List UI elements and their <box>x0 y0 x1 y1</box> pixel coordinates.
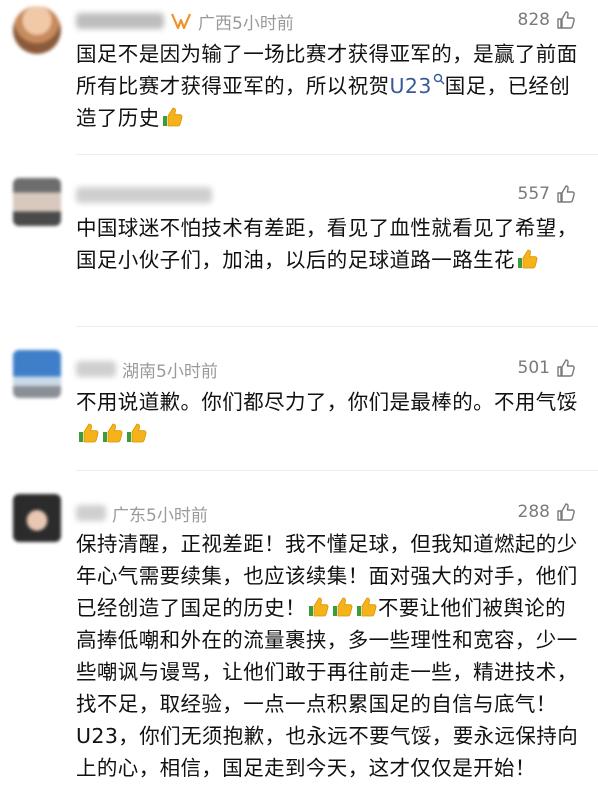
location: 广西 <box>198 13 232 34</box>
thumbs-up-emoji-icon <box>127 423 147 443</box>
timestamp: 5小时前 <box>232 13 294 34</box>
location: 广东 <box>112 505 146 526</box>
thumbs-up-outline-icon <box>557 185 575 203</box>
comment-text: 国足不是因为输了一场比赛才获得亚军的，是赢了前面所有比赛才获得亚军的，所以祝贺U… <box>76 38 584 134</box>
avatar[interactable] <box>13 350 61 398</box>
username-blurred[interactable] <box>76 361 116 377</box>
comment-text: 保持清醒，正视差距！我不懂足球，但我知道燃起的少年心气需要续集，也应该续集！面对… <box>76 528 584 784</box>
like-count: 828 <box>517 10 550 30</box>
topic-link[interactable]: U23 <box>390 74 432 98</box>
location: 湖南 <box>122 361 156 382</box>
timestamp: 5小时前 <box>146 505 208 526</box>
comment-3: 湖南 5小时前 501 不用说道歉。你们都尽力了，你们是最棒的。不用气馁 <box>0 330 598 471</box>
comment-text-part: 不要让他们被舆论的高捧低嘲和外在的流量裹挟，多一些理性和宽容，少一些嘲讽与谩骂，… <box>76 596 579 780</box>
thumbs-up-outline-icon <box>557 503 575 521</box>
thumbs-up-emoji-icon <box>162 107 183 127</box>
username-blurred[interactable] <box>76 13 164 29</box>
search-icon <box>433 73 445 85</box>
avatar[interactable] <box>13 6 61 54</box>
comment-header: 广西 5小时前 <box>76 8 294 34</box>
comment-text: 不用说道歉。你们都尽力了，你们是最棒的。不用气馁 <box>76 386 584 450</box>
thumbs-up-emoji-icon <box>332 597 353 617</box>
like-count: 501 <box>517 358 550 378</box>
avatar[interactable] <box>13 494 61 542</box>
thumbs-up-emoji-icon <box>308 597 329 617</box>
thumbs-up-outline-icon <box>557 11 575 29</box>
avatar[interactable] <box>13 178 61 226</box>
like-button[interactable]: 828 <box>518 10 576 30</box>
comment-header: 湖南 5小时前 <box>76 356 218 382</box>
thumbs-up-emoji-icon <box>103 423 123 443</box>
like-count: 557 <box>517 184 550 204</box>
username-blurred[interactable] <box>76 187 212 203</box>
like-button[interactable]: 288 <box>518 502 576 522</box>
divider <box>76 326 598 327</box>
comment-1: 广西 5小时前 828 国足不是因为输了一场比赛才获得亚军的，是赢了前面所有比赛… <box>0 0 598 160</box>
comment-2: 557 中国球迷不怕技术有差距，看见了血性就看见了希望，国足小伙子们，加油，以后… <box>0 160 598 328</box>
comment-text-part: 不用说道歉。你们都尽力了，你们是最棒的。不用气馁 <box>76 390 578 414</box>
comment-text: 中国球迷不怕技术有差距，看见了血性就看见了希望，国足小伙子们，加油，以后的足球道… <box>76 212 584 276</box>
comment-4: 广东 5小时前 288 保持清醒，正视差距！我不懂足球，但我知道燃起的少年心气需… <box>0 476 598 798</box>
username-blurred[interactable] <box>76 505 106 521</box>
like-button[interactable]: 501 <box>518 358 576 378</box>
comment-header <box>76 182 218 208</box>
orange-badge-icon <box>170 13 192 30</box>
thumbs-up-emoji-icon <box>356 597 377 617</box>
thumbs-up-outline-icon <box>557 359 575 377</box>
like-count: 288 <box>517 502 550 522</box>
divider <box>76 154 598 155</box>
comment-header: 广东 5小时前 <box>76 500 208 526</box>
divider <box>76 470 598 471</box>
thumbs-up-emoji-icon <box>517 249 538 269</box>
timestamp: 5小时前 <box>156 361 218 382</box>
like-button[interactable]: 557 <box>518 184 576 204</box>
thumbs-up-emoji-icon <box>79 423 99 443</box>
comment-text-part: 中国球迷不怕技术有差距，看见了血性就看见了希望，国足小伙子们，加油，以后的足球道… <box>76 216 578 272</box>
